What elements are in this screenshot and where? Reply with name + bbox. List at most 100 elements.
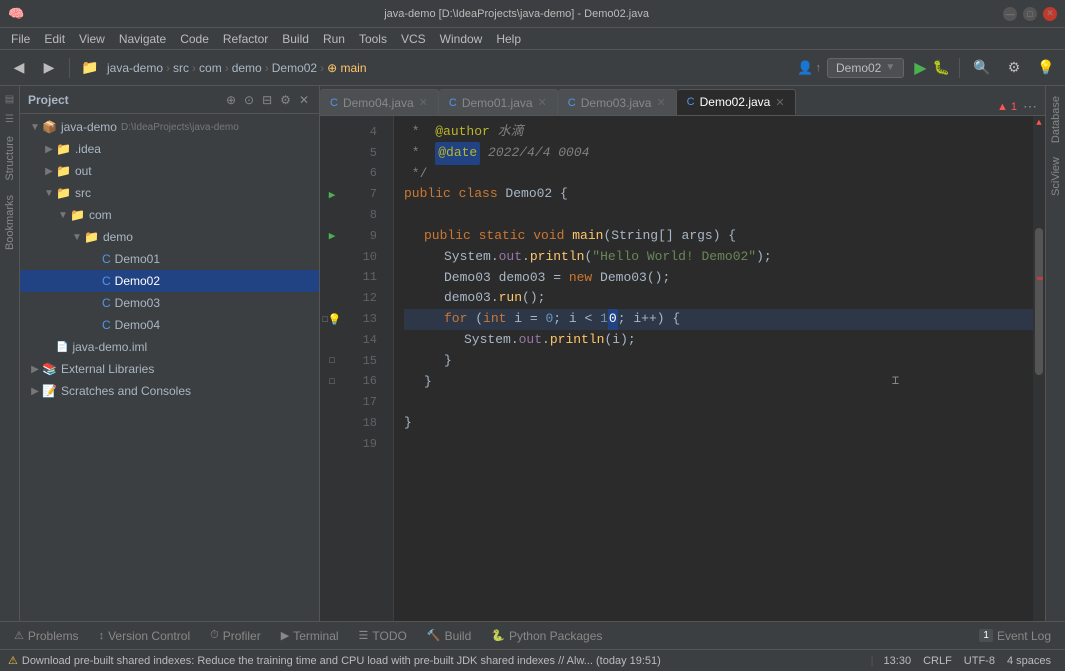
root-project-icon: 📦 <box>42 120 57 134</box>
bottom-tab-eventlog[interactable]: 1 Event Log <box>969 626 1061 646</box>
code-area[interactable]: * @author 水滴 * @date 2022/4/4 0004 */ pu… <box>394 116 1033 621</box>
menu-item-window[interactable]: Window <box>433 30 490 48</box>
bottom-tab-profiler[interactable]: ⏱ Profiler <box>200 626 271 646</box>
settings-button[interactable]: ⚙ <box>1001 55 1027 81</box>
tab-demo01-close[interactable]: ✕ <box>538 96 547 109</box>
bottom-tab-build[interactable]: 🔨 Build <box>417 626 481 646</box>
menu-item-build[interactable]: Build <box>275 30 316 48</box>
tab-demo04[interactable]: C Demo04.java ✕ <box>320 89 439 115</box>
toolbar-project-button[interactable]: 📁 <box>77 55 103 81</box>
gutter-18 <box>322 413 342 434</box>
menu-item-vcs[interactable]: VCS <box>394 30 433 48</box>
notifications-button[interactable]: 💡 <box>1033 55 1059 81</box>
collapse-all-button[interactable]: ⊟ <box>260 91 274 109</box>
bottom-tab-todo[interactable]: ☰ TODO <box>349 626 417 646</box>
breadcrumb-method[interactable]: ⊕ main <box>327 61 366 75</box>
tree-root[interactable]: ▼ 📦 java-demo D:\IdeaProjects\java-demo <box>20 116 319 138</box>
status-encoding[interactable]: UTF-8 <box>958 655 1001 667</box>
close-button[interactable]: ✕ <box>1043 7 1057 21</box>
tab-demo03[interactable]: C Demo03.java ✕ <box>558 89 677 115</box>
locate-file-button[interactable]: ⊙ <box>242 91 256 109</box>
tree-out-folder[interactable]: ▶ 📁 out <box>20 160 319 182</box>
run-config-label: Demo02 <box>836 61 881 75</box>
status-indent[interactable]: 4 spaces <box>1001 655 1057 667</box>
vcs-icon: ↑ <box>815 62 821 74</box>
idea-folder-label: .idea <box>75 142 101 156</box>
tree-demo-folder[interactable]: ▼ 📁 demo <box>20 226 319 248</box>
menu-item-refactor[interactable]: Refactor <box>216 30 275 48</box>
tree-demo01[interactable]: C Demo01 <box>20 248 319 270</box>
maximize-button[interactable]: □ <box>1023 7 1037 21</box>
sciview-panel-label[interactable]: SciView <box>1048 151 1064 202</box>
demo02-label: Demo02 <box>115 274 160 288</box>
demo01-java-icon: C <box>102 252 111 266</box>
add-content-button[interactable]: ⊕ <box>224 91 238 109</box>
breadcrumb-project[interactable]: java-demo <box>107 61 163 75</box>
menu-item-run[interactable]: Run <box>316 30 352 48</box>
fold-gutter-15[interactable]: □ <box>329 356 334 366</box>
tab-demo04-close[interactable]: ✕ <box>419 96 428 109</box>
bottom-tab-python[interactable]: 🐍 Python Packages <box>481 626 612 646</box>
menu-item-file[interactable]: File <box>4 30 37 48</box>
tree-iml[interactable]: 📄 java-demo.iml <box>20 336 319 358</box>
bookmarks-label[interactable]: Bookmarks <box>2 189 18 256</box>
gutter-6 <box>322 164 342 185</box>
editor-scrollbar[interactable] <box>1035 130 1043 621</box>
tree-demo02[interactable]: C Demo02 <box>20 270 319 292</box>
bottom-tab-terminal[interactable]: ▶ Terminal <box>271 626 349 646</box>
status-position[interactable]: 13:30 <box>878 655 918 667</box>
tab-overflow-button[interactable]: ⋯ <box>1023 98 1037 115</box>
breadcrumb-demo[interactable]: demo <box>232 61 262 75</box>
gutter-7[interactable]: ▶ <box>322 184 342 205</box>
run-gutter-7[interactable]: ▶ <box>329 188 336 202</box>
gutter-9[interactable]: ▶ <box>322 226 342 247</box>
scratches-icon: 📝 <box>42 384 57 398</box>
left-icon-1[interactable]: ▤ <box>1 90 19 108</box>
search-everywhere-button[interactable]: 🔍 <box>969 55 995 81</box>
breadcrumb-com[interactable]: com <box>199 61 222 75</box>
hide-panel-button[interactable]: ✕ <box>297 91 311 109</box>
tab-demo02[interactable]: C Demo02.java ✕ <box>677 89 796 115</box>
error-stripe-1 <box>1037 277 1043 280</box>
menu-item-help[interactable]: Help <box>489 30 528 48</box>
tree-scratches[interactable]: ▶ 📝 Scratches and Consoles <box>20 380 319 402</box>
tab-demo03-close[interactable]: ✕ <box>656 96 665 109</box>
menu-item-navigate[interactable]: Navigate <box>112 30 173 48</box>
run-config-dropdown[interactable]: Demo02 ▼ <box>827 58 904 78</box>
tab-demo01[interactable]: C Demo01.java ✕ <box>439 89 558 115</box>
menu-item-tools[interactable]: Tools <box>352 30 394 48</box>
src-folder-icon: 📁 <box>56 186 71 200</box>
lightbulb-13[interactable]: 💡 <box>328 313 342 327</box>
breadcrumb-src[interactable]: src <box>173 61 189 75</box>
toolbar-back-button[interactable]: ◀ <box>6 55 32 81</box>
tree-ext-libs[interactable]: ▶ 📚 External Libraries <box>20 358 319 380</box>
debug-button[interactable]: 🐛 <box>933 59 950 76</box>
run-gutter-9[interactable]: ▶ <box>329 229 336 243</box>
menu-bar: FileEditViewNavigateCodeRefactorBuildRun… <box>0 28 1065 50</box>
tree-demo03[interactable]: C Demo03 <box>20 292 319 314</box>
bottom-tab-problems[interactable]: ⚠ Problems <box>4 626 89 646</box>
gutter-4 <box>322 122 342 143</box>
tree-idea-folder[interactable]: ▶ 📁 .idea <box>20 138 319 160</box>
status-line-ending[interactable]: CRLF <box>917 655 958 667</box>
panel-settings-button[interactable]: ⚙ <box>278 91 293 109</box>
left-icon-2[interactable]: ☰ <box>1 110 19 128</box>
app-icon: 🧠 <box>8 6 24 22</box>
bottom-tab-vcs[interactable]: ↕ Version Control <box>89 626 201 646</box>
menu-item-code[interactable]: Code <box>173 30 216 48</box>
breadcrumb-class[interactable]: Demo02 <box>272 61 317 75</box>
minimize-button[interactable]: — <box>1003 7 1017 21</box>
menu-item-edit[interactable]: Edit <box>37 30 72 48</box>
menu-item-view[interactable]: View <box>72 30 112 48</box>
fold-gutter-16[interactable]: □ <box>329 377 334 387</box>
structure-label[interactable]: Structure <box>2 130 18 187</box>
tab-demo02-close[interactable]: ✕ <box>775 96 784 109</box>
toolbar-forward-button[interactable]: ▶ <box>36 55 62 81</box>
gutter-17 <box>322 392 342 413</box>
tree-src-folder[interactable]: ▼ 📁 src <box>20 182 319 204</box>
run-button[interactable]: ▶ <box>914 58 926 78</box>
tree-com-folder[interactable]: ▼ 📁 com <box>20 204 319 226</box>
database-panel-label[interactable]: Database <box>1048 90 1064 149</box>
code-editor[interactable]: ▶ ▶ □ 💡 □ □ 4 5 6 <box>320 116 1045 621</box>
tree-demo04[interactable]: C Demo04 <box>20 314 319 336</box>
